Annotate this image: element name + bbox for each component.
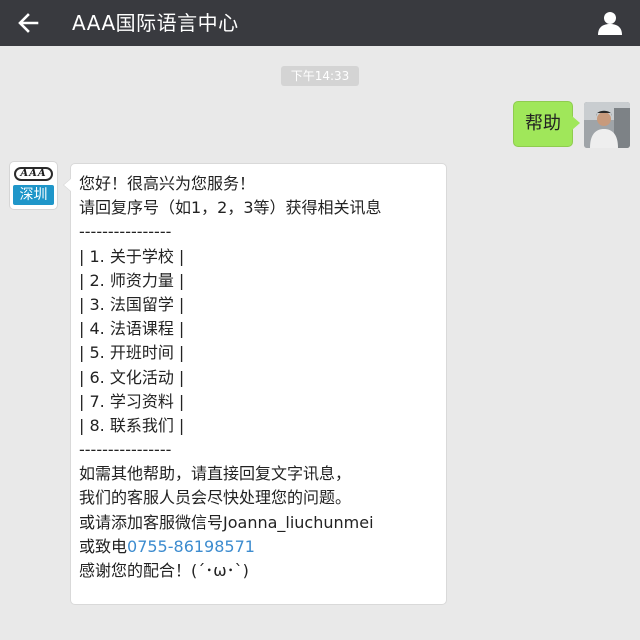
- menu-item: | 4. 法语课程 |: [79, 319, 185, 339]
- menu-item: | 3. 法国留学 |: [79, 294, 185, 314]
- city-label: 深圳: [13, 185, 54, 205]
- thanks-line: 感谢您的配合！(´･ω･`): [79, 561, 249, 580]
- help-line: 我们的客服人员会尽快处理您的问题。: [79, 488, 352, 508]
- top-bar: AAA国际语言中心: [0, 0, 640, 46]
- help-line: 如需其他帮助，请直接回复文字讯息，: [79, 464, 352, 484]
- instruction-line: 请回复序号（如1，2，3等）获得相关讯息: [79, 198, 382, 218]
- message-timestamp: 下午14:33: [281, 66, 359, 86]
- menu-item: | 6. 文化活动 |: [79, 367, 185, 387]
- back-arrow-icon: [18, 13, 39, 33]
- bot-avatar[interactable]: AAA 深圳: [10, 162, 57, 209]
- user-avatar[interactable]: [584, 102, 630, 148]
- phone-line: 或致电0755-86198571: [79, 535, 446, 559]
- incoming-message[interactable]: 您好！很高兴为您服务！ 请回复序号（如1，2，3等）获得相关讯息 -------…: [63, 163, 447, 605]
- greeting-line: 您好！很高兴为您服务！: [79, 174, 256, 193]
- person-icon: [598, 12, 622, 35]
- phone-link[interactable]: 0755-86198571: [127, 537, 255, 556]
- profile-button[interactable]: [594, 7, 626, 39]
- divider-line: ----------------: [79, 222, 172, 242]
- menu-item: | 8. 联系我们 |: [79, 415, 185, 435]
- menu-item: | 5. 开班时间 |: [79, 343, 185, 363]
- back-button[interactable]: [10, 5, 46, 41]
- user-photo: [584, 102, 630, 148]
- phone-prefix: 或致电: [79, 536, 128, 556]
- school-logo: AAA: [14, 167, 53, 181]
- outgoing-message[interactable]: 帮助: [513, 101, 580, 147]
- menu-item: | 2. 师资力量 |: [79, 270, 185, 290]
- menu-item: | 1. 关于学校 |: [79, 246, 185, 266]
- menu-item: | 7. 学习资料 |: [79, 391, 185, 411]
- wechat-line: 或请添加客服微信号Joanna_liuchunmei: [79, 512, 374, 532]
- chat-title: AAA国际语言中心: [72, 11, 239, 35]
- divider-line: ----------------: [79, 440, 172, 460]
